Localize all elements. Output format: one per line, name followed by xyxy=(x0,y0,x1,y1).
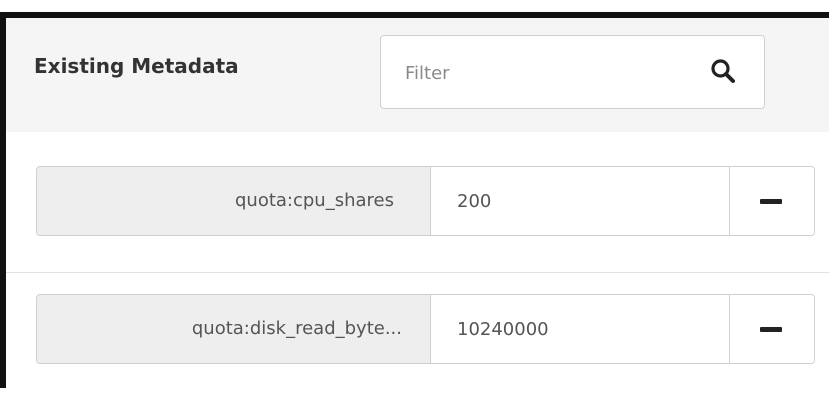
metadata-row-inner: quota:cpu_shares xyxy=(36,166,815,236)
top-strip xyxy=(0,0,829,12)
minus-icon xyxy=(760,199,782,204)
metadata-key: quota:disk_read_byte... xyxy=(37,295,431,363)
metadata-row: quota:cpu_shares xyxy=(6,132,829,272)
page-title: Existing Metadata xyxy=(34,54,239,78)
metadata-value-input[interactable] xyxy=(431,295,729,363)
metadata-key: quota:cpu_shares xyxy=(37,167,431,235)
remove-metadata-button[interactable] xyxy=(729,295,814,363)
metadata-row-inner: quota:disk_read_byte... xyxy=(36,294,815,364)
metadata-panel: Existing Metadata quota:cpu_shares quota… xyxy=(0,12,829,394)
remove-metadata-button[interactable] xyxy=(729,167,814,235)
metadata-value-input[interactable] xyxy=(431,167,729,235)
search-icon[interactable] xyxy=(710,58,736,84)
metadata-row: quota:disk_read_byte... xyxy=(6,273,829,394)
filter-box xyxy=(380,35,765,110)
minus-icon xyxy=(760,327,782,332)
panel-header: Existing Metadata xyxy=(6,18,829,133)
filter-input[interactable] xyxy=(403,36,687,110)
